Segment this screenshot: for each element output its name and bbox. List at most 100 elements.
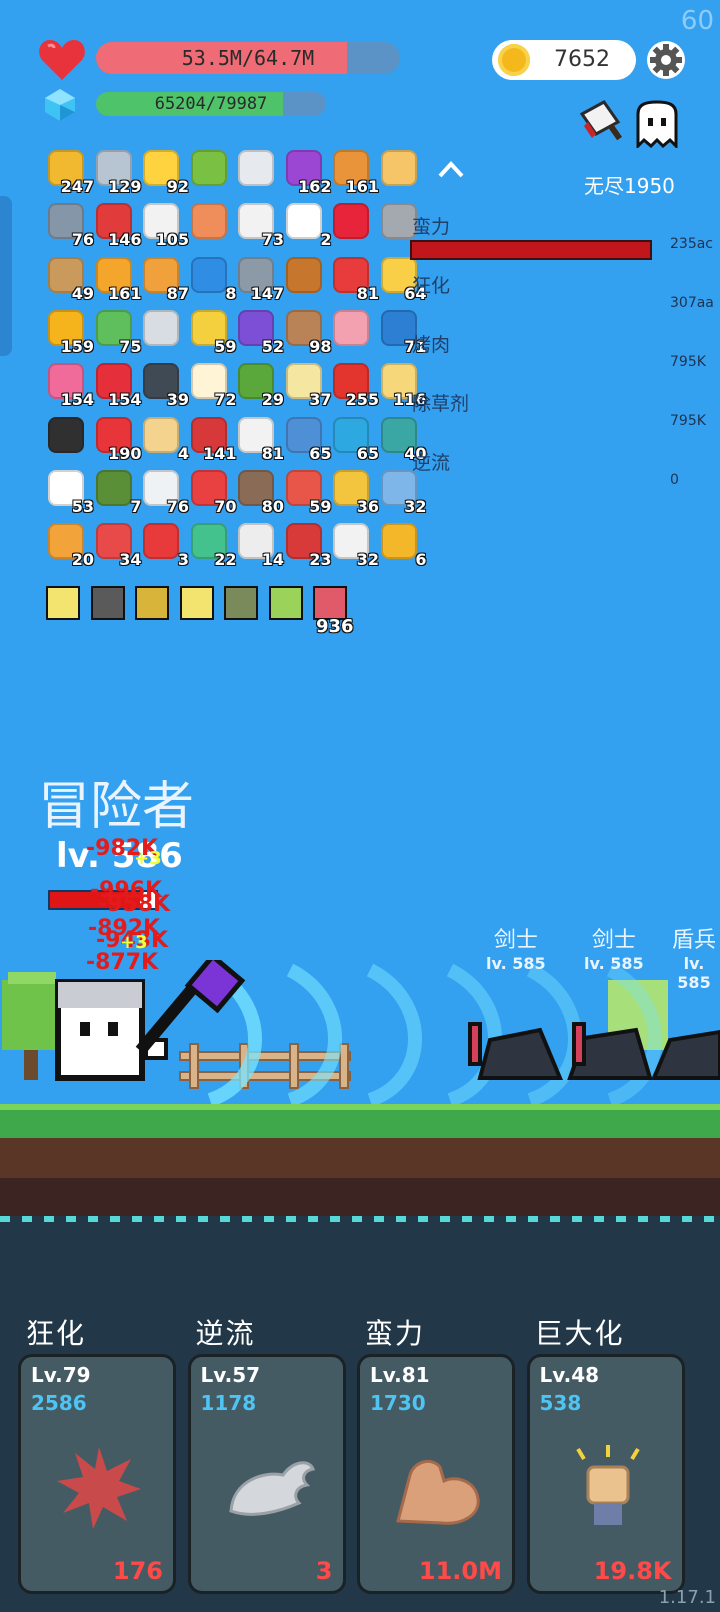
skill-card[interactable]: Lv.81 1730 11.0M bbox=[357, 1354, 515, 1594]
inventory-item[interactable]: 53 bbox=[44, 466, 94, 516]
gold-coins-icon bbox=[380, 523, 417, 560]
inventory-item[interactable]: 87 bbox=[139, 253, 189, 303]
skill-card-title: 逆流 bbox=[195, 1317, 256, 1350]
inventory-item[interactable]: 23 bbox=[282, 519, 332, 569]
inventory-item[interactable]: 59 bbox=[187, 306, 237, 356]
coin-counter[interactable]: 7652 bbox=[492, 40, 636, 80]
inventory-item[interactable]: 146 bbox=[92, 199, 142, 249]
buff-number: +3 bbox=[134, 848, 162, 869]
skill-level: Lv.81 bbox=[370, 1363, 430, 1387]
lamp-relic-icon[interactable] bbox=[46, 586, 80, 620]
inventory-item[interactable] bbox=[187, 146, 233, 192]
ghost-menu-icon[interactable] bbox=[632, 100, 682, 148]
inventory-item[interactable]: 29 bbox=[234, 359, 284, 409]
item-count: 147 bbox=[250, 283, 284, 303]
settings-gear-icon[interactable] bbox=[646, 40, 686, 80]
inventory-item[interactable]: 161 bbox=[329, 146, 379, 196]
meat-leg-icon bbox=[285, 256, 322, 293]
burst-icon bbox=[53, 1441, 145, 1533]
inventory-item[interactable]: 154 bbox=[92, 359, 142, 409]
inventory-item[interactable]: 190 bbox=[92, 413, 142, 463]
inventory-item[interactable]: 72 bbox=[187, 359, 237, 409]
inventory-item[interactable]: 162 bbox=[282, 146, 332, 196]
dagger-relic-icon[interactable] bbox=[313, 586, 347, 620]
inventory-item[interactable]: 6 bbox=[377, 519, 427, 569]
skill-card-title: 蛮力 bbox=[365, 1317, 426, 1350]
inventory-item[interactable]: 98 bbox=[282, 306, 332, 356]
inventory-item[interactable]: 59 bbox=[282, 466, 332, 516]
inventory-item[interactable]: 2 bbox=[282, 199, 332, 249]
skill-card[interactable]: Lv.79 2586 176 bbox=[18, 1354, 176, 1594]
inventory-item[interactable]: 81 bbox=[329, 253, 379, 303]
ground-dirt-deep bbox=[0, 1178, 720, 1216]
item-count: 247 bbox=[60, 177, 94, 196]
inventory-item[interactable]: 129 bbox=[92, 146, 142, 196]
inventory-item[interactable]: 81 bbox=[234, 413, 284, 463]
inventory-item[interactable]: 3 bbox=[139, 519, 189, 569]
inventory-item[interactable]: 14 bbox=[234, 519, 284, 569]
cleaver-icon[interactable] bbox=[578, 100, 626, 142]
inventory-item[interactable]: 8 bbox=[187, 253, 237, 303]
inventory-item[interactable]: 76 bbox=[139, 466, 189, 516]
treasure-map-icon bbox=[143, 416, 179, 453]
inventory-item[interactable]: 37 bbox=[282, 359, 332, 409]
item-count: 105 bbox=[155, 230, 189, 250]
inventory-item[interactable] bbox=[329, 306, 375, 352]
pot-relic-icon[interactable] bbox=[224, 586, 258, 620]
inventory-item[interactable]: 32 bbox=[329, 519, 379, 569]
inventory-item[interactable]: 141 bbox=[187, 413, 237, 463]
inventory-item[interactable] bbox=[329, 199, 375, 245]
inventory-item[interactable]: 159 bbox=[44, 306, 94, 356]
item-count: 32 bbox=[404, 496, 427, 516]
inventory-item[interactable]: 34 bbox=[92, 519, 142, 569]
staff-weapon bbox=[135, 960, 246, 1055]
inventory-item[interactable]: 20 bbox=[44, 519, 94, 569]
skill-stat-name: 除草剂 bbox=[412, 393, 470, 415]
inventory-item[interactable]: 76 bbox=[44, 199, 94, 249]
speech-bubble-icon bbox=[285, 203, 322, 240]
skill-card[interactable]: Lv.57 1178 3 bbox=[187, 1354, 346, 1594]
inventory-item[interactable]: 154 bbox=[44, 359, 94, 409]
inventory-item[interactable]: 52 bbox=[234, 306, 284, 356]
inventory-item[interactable]: 70 bbox=[187, 466, 237, 516]
player-hp-text: 53.5M/64.7M bbox=[181, 46, 315, 70]
inventory-item[interactable]: 39 bbox=[139, 359, 189, 409]
inventory-item[interactable] bbox=[377, 146, 423, 192]
blade-relic-icon[interactable] bbox=[90, 586, 125, 620]
skill-level: Lv.48 bbox=[539, 1363, 600, 1387]
inventory-item[interactable]: 75 bbox=[92, 306, 142, 356]
inventory-item[interactable]: 247 bbox=[44, 146, 94, 196]
dark-mask-relic-icon[interactable] bbox=[135, 586, 169, 620]
inventory-item[interactable]: 255 bbox=[329, 359, 379, 409]
inventory-item[interactable]: 65 bbox=[329, 413, 379, 463]
inventory-item[interactable]: 49 bbox=[44, 253, 94, 303]
inventory-item[interactable]: 4 bbox=[139, 413, 189, 463]
inventory-item[interactable]: 161 bbox=[92, 253, 142, 303]
inventory-item[interactable]: 80 bbox=[234, 466, 284, 516]
inventory-item[interactable]: 65 bbox=[282, 413, 332, 463]
inventory-item[interactable]: 22 bbox=[187, 519, 237, 569]
inventory-item[interactable]: 92 bbox=[139, 146, 189, 196]
enemy-hp-bar bbox=[410, 240, 652, 260]
inventory-item[interactable] bbox=[187, 199, 233, 245]
inventory-item[interactable] bbox=[44, 413, 90, 459]
inventory-item[interactable]: 147 bbox=[234, 253, 284, 303]
sword-leaf-relic-icon[interactable] bbox=[268, 586, 303, 620]
inventory-item[interactable]: 73 bbox=[234, 199, 284, 249]
inventory-item[interactable] bbox=[234, 146, 280, 192]
inventory-item[interactable] bbox=[282, 253, 328, 299]
buff-number: +3 bbox=[120, 932, 148, 953]
inventory-item[interactable]: 105 bbox=[139, 199, 189, 249]
item-count: 141 bbox=[203, 443, 237, 463]
bat-icon bbox=[48, 416, 84, 453]
side-drawer-tab[interactable] bbox=[0, 196, 12, 356]
skill-level: Lv.79 bbox=[31, 1363, 91, 1387]
inventory-item[interactable]: 36 bbox=[329, 466, 379, 516]
inventory-item[interactable]: 7 bbox=[92, 466, 142, 516]
lamp-relic-icon[interactable] bbox=[179, 586, 214, 620]
skill-card[interactable]: Lv.48 538 19.8K bbox=[526, 1354, 685, 1594]
water-ripple bbox=[0, 1216, 720, 1222]
inventory-item[interactable] bbox=[139, 306, 185, 352]
enemy-level: lv. 585 bbox=[677, 954, 711, 992]
collapse-chevron-up-icon[interactable] bbox=[436, 156, 466, 180]
